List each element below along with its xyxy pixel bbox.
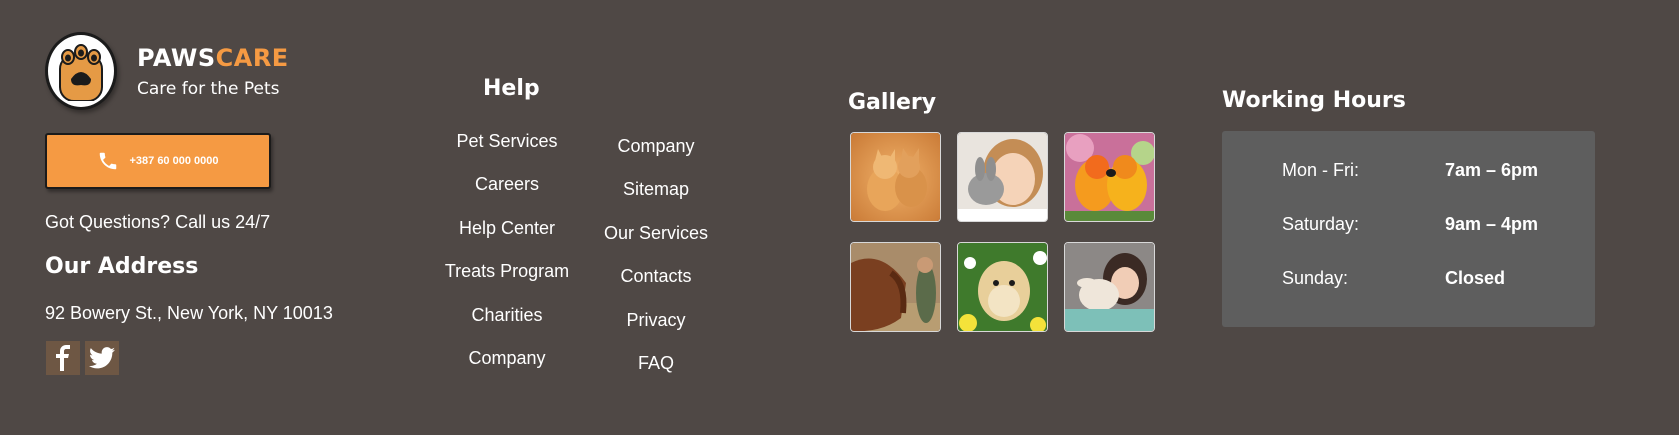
brand-tagline: Care for the Pets — [137, 79, 280, 99]
gallery-title: Gallery — [848, 90, 937, 115]
kittens-photo — [851, 133, 940, 221]
gallery-thumb-girl-lamb[interactable] — [1064, 242, 1155, 332]
help-link-privacy[interactable]: Privacy — [566, 309, 746, 331]
gallery-thumb-hamster[interactable] — [957, 242, 1048, 332]
help-title: Help — [483, 76, 540, 101]
help-link-our-services[interactable]: Our Services — [566, 222, 746, 244]
working-hours-title: Working Hours — [1222, 88, 1406, 113]
twitter-icon — [89, 347, 115, 369]
facebook-link[interactable] — [46, 341, 80, 375]
help-link-contacts[interactable]: Contacts — [566, 265, 746, 287]
gallery-thumb-parrots[interactable] — [1064, 132, 1155, 222]
hours-day-weekdays: Mon - Fri: — [1282, 160, 1360, 180]
hours-day-saturday: Saturday: — [1282, 214, 1360, 234]
questions-text: Got Questions? Call us 24/7 — [45, 212, 271, 232]
hours-time-weekdays: 7am – 6pm — [1445, 160, 1539, 180]
phone-number: +387 60 000 0000 — [129, 155, 219, 167]
hours-time-sunday: Closed — [1445, 268, 1506, 288]
facebook-icon — [56, 345, 70, 371]
logo[interactable] — [45, 32, 117, 110]
paw-icon — [59, 44, 103, 101]
working-hours-panel — [1222, 131, 1595, 327]
help-link-faq[interactable]: FAQ — [566, 352, 746, 374]
gallery-thumb-girl-rabbit[interactable] — [957, 132, 1048, 222]
girl-with-lamb-photo — [1065, 243, 1154, 331]
girl-with-rabbit-photo — [958, 133, 1047, 221]
gallery-thumb-horse[interactable] — [850, 242, 941, 332]
address-text: 92 Bowery St., New York, NY 10013 — [45, 303, 333, 323]
address-title: Our Address — [45, 254, 199, 279]
gallery-thumb-kittens[interactable] — [850, 132, 941, 222]
hours-day-sunday: Sunday: — [1282, 268, 1349, 288]
help-link-sitemap[interactable]: Sitemap — [566, 178, 746, 200]
hours-time-saturday: 9am – 4pm — [1445, 214, 1539, 234]
hamster-photo — [958, 243, 1047, 331]
call-button[interactable]: +387 60 000 0000 — [45, 133, 271, 189]
phone-icon — [100, 152, 117, 170]
help-link-company-2[interactable]: Company — [566, 135, 746, 157]
parrots-photo — [1065, 133, 1154, 221]
brand-name: PAWSCARE — [137, 44, 289, 72]
horse-photo — [851, 243, 940, 331]
twitter-link[interactable] — [85, 341, 119, 375]
